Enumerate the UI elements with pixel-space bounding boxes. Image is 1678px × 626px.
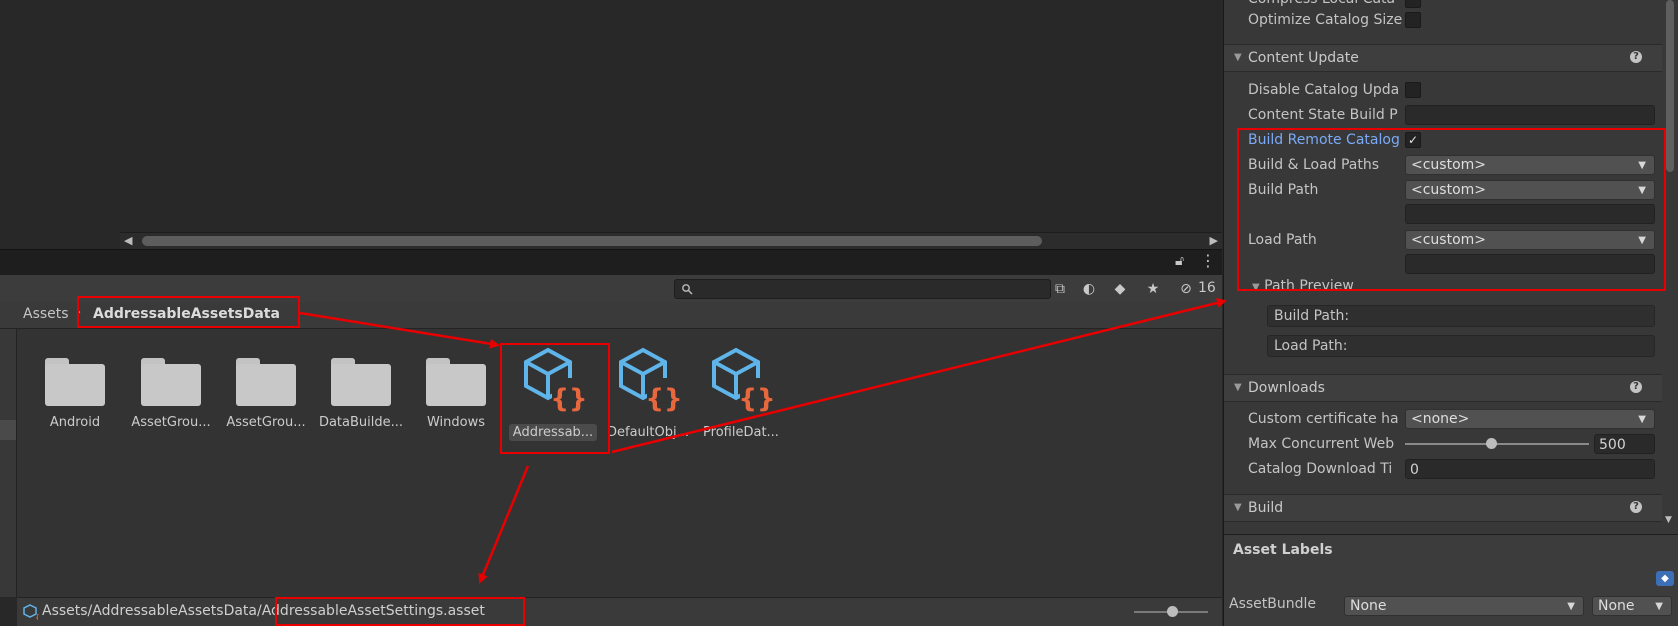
arrow-asset-to-inspector <box>611 298 1227 454</box>
annotation-arrows <box>299 298 1227 584</box>
arrow-breadcrumb-to-asset <box>299 311 500 349</box>
arrow-asset-to-status <box>478 465 530 584</box>
